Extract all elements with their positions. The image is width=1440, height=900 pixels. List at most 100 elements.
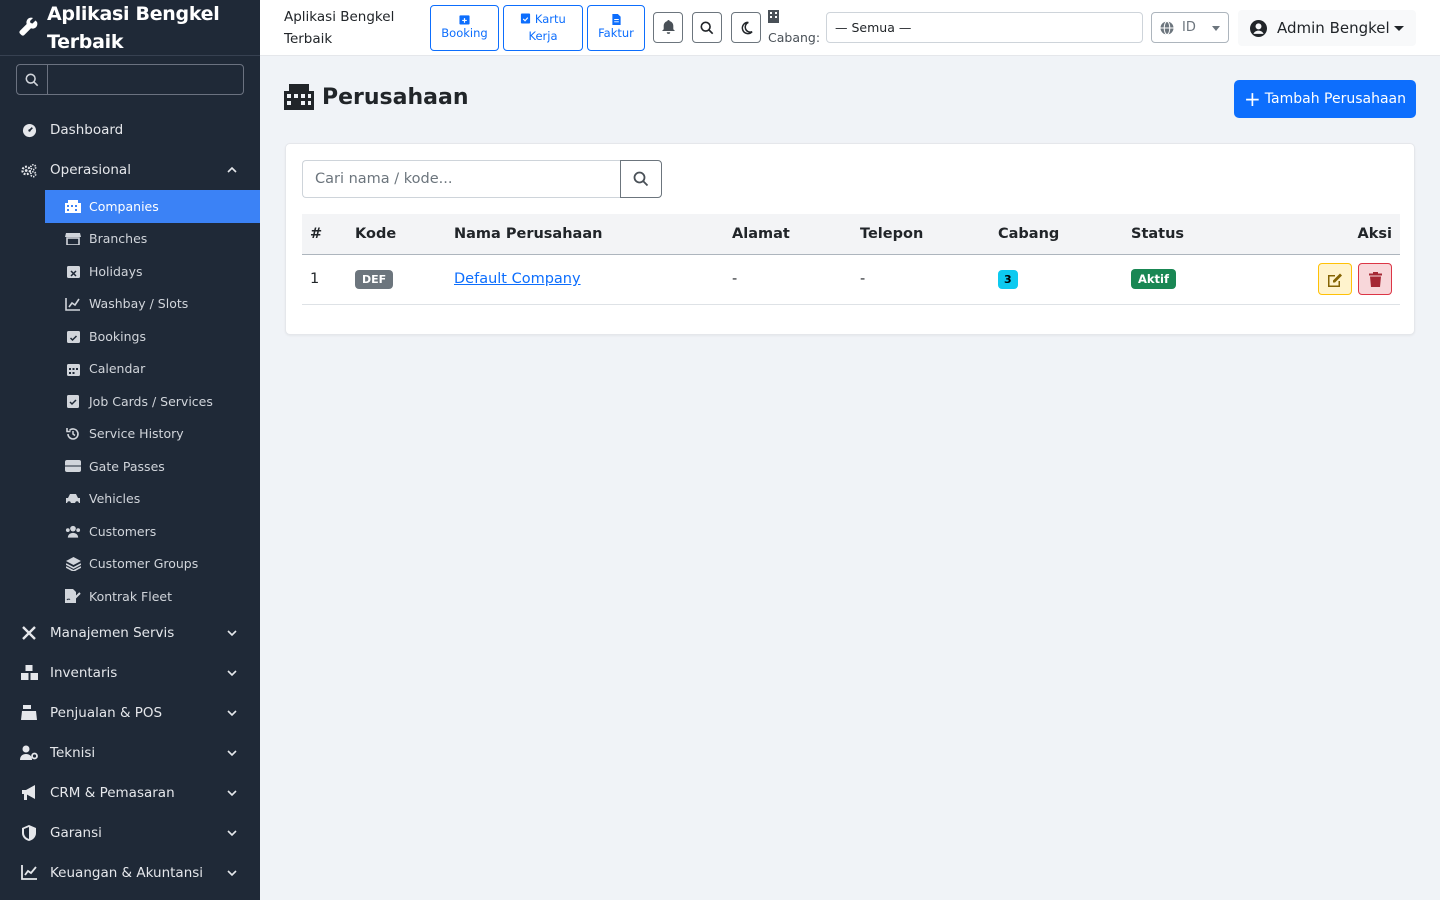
- sidebar-item-vehicles[interactable]: Vehicles: [45, 483, 260, 516]
- user-gear-icon: [20, 745, 38, 761]
- sidebar-item-label: Washbay / Slots: [89, 296, 189, 312]
- sidebar-item-companies[interactable]: Companies: [45, 190, 260, 223]
- page-title: Perusahaan: [284, 84, 469, 110]
- topbar: Aplikasi Bengkel Terbaik Booking Kartu K…: [260, 0, 1440, 56]
- ticket-icon: [65, 459, 81, 473]
- notifications-button[interactable]: [653, 12, 683, 43]
- invoice-icon: [611, 14, 621, 25]
- sidebar-item-calendar[interactable]: Calendar: [45, 353, 260, 386]
- sidebar-item-gate-passes[interactable]: Gate Passes: [45, 450, 260, 483]
- sidebar-item-label: Branches: [89, 231, 148, 247]
- kartu-kerja-label: Kartu Kerja: [528, 12, 566, 43]
- sidebar-item-crm[interactable]: CRM & Pemasaran: [0, 773, 260, 813]
- store-icon: [65, 232, 81, 246]
- edit-button[interactable]: [1318, 263, 1352, 295]
- col-cabang: Cabang: [990, 214, 1123, 255]
- sidebar-item-branches[interactable]: Branches: [45, 223, 260, 256]
- company-link[interactable]: Default Company: [454, 271, 581, 287]
- global-search-button[interactable]: [692, 12, 722, 43]
- user-menu-button[interactable]: Admin Bengkel: [1238, 10, 1416, 46]
- search-icon: [17, 65, 48, 94]
- sidebar-item-customer-groups[interactable]: Customer Groups: [45, 548, 260, 581]
- cell-alamat: -: [724, 254, 852, 305]
- sidebar-item-dashboard[interactable]: Dashboard: [0, 110, 260, 150]
- add-company-button[interactable]: + Tambah Perusahaan: [1234, 80, 1416, 118]
- sidebar-search[interactable]: [16, 64, 244, 95]
- sidebar-item-teknisi[interactable]: Teknisi: [0, 733, 260, 773]
- companies-table: # Kode Nama Perusahaan Alamat Telepon Ca…: [302, 214, 1400, 305]
- chevron-down-icon: [227, 709, 237, 716]
- globe-icon: [1160, 20, 1174, 35]
- col-status: Status: [1123, 214, 1253, 255]
- sidebar-item-penjualan-pos[interactable]: Penjualan & POS: [0, 693, 260, 733]
- col-kode: Kode: [347, 214, 446, 255]
- brand[interactable]: Aplikasi Bengkel Terbaik: [0, 0, 260, 56]
- brand-title: Aplikasi Bengkel Terbaik: [47, 3, 220, 53]
- edit-icon: [1328, 273, 1342, 287]
- moon-icon: [741, 21, 753, 34]
- chevron-down-icon: [227, 629, 237, 636]
- clipboard-check-icon: [521, 13, 531, 24]
- language-value: ID: [1182, 20, 1196, 35]
- sidebar-item-label: Inventaris: [50, 664, 118, 681]
- cell-kode: DEF: [347, 254, 446, 305]
- sidebar-item-bookings[interactable]: Bookings: [45, 320, 260, 353]
- cell-cabang: 3: [990, 254, 1123, 305]
- history-icon: [65, 427, 81, 441]
- bullhorn-icon: [20, 785, 38, 801]
- search-icon: [700, 20, 714, 34]
- delete-button[interactable]: [1358, 263, 1392, 295]
- calendar-x-icon: [65, 264, 81, 279]
- boxes-icon: [20, 665, 38, 681]
- table-header-row: # Kode Nama Perusahaan Alamat Telepon Ca…: [302, 214, 1400, 255]
- cash-register-icon: [20, 705, 38, 721]
- col-no: #: [302, 214, 347, 255]
- users-icon: [65, 524, 81, 538]
- sidebar-item-manajemen-servis[interactable]: Manajemen Servis: [0, 613, 260, 653]
- company-search-button[interactable]: [620, 160, 662, 198]
- sidebar-item-washbay[interactable]: Washbay / Slots: [45, 288, 260, 321]
- kartu-kerja-button[interactable]: Kartu Kerja: [503, 5, 583, 51]
- sidebar-item-label: Service History: [89, 426, 184, 442]
- car-icon: [65, 492, 81, 506]
- sidebar-item-garansi[interactable]: Garansi: [0, 813, 260, 853]
- sidebar-item-inventaris[interactable]: Inventaris: [0, 653, 260, 693]
- sidebar-item-label: Calendar: [89, 361, 146, 377]
- cabang-label-wrap: Cabang:: [768, 9, 820, 47]
- theme-toggle-button[interactable]: [731, 12, 761, 43]
- plus-icon: +: [1244, 87, 1261, 111]
- faktur-button[interactable]: Faktur: [587, 5, 645, 51]
- calendar-plus-icon: [459, 15, 470, 25]
- sidebar-item-label: CRM & Pemasaran: [50, 784, 175, 801]
- sidebar-item-kontrak-fleet[interactable]: Kontrak Fleet: [45, 580, 260, 613]
- sidebar-item-keuangan[interactable]: Keuangan & Akuntansi: [0, 853, 260, 893]
- app-title[interactable]: Aplikasi Bengkel Terbaik: [284, 6, 414, 50]
- user-circle-icon: [1250, 19, 1267, 37]
- sidebar-item-holidays[interactable]: Holidays: [45, 255, 260, 288]
- sidebar-item-operasional[interactable]: Operasional: [0, 150, 260, 190]
- chart-line-icon: [20, 865, 38, 881]
- chevron-down-icon: [227, 829, 237, 836]
- table-row: 1 DEF Default Company - - 3 Aktif: [302, 254, 1400, 305]
- user-name: Admin Bengkel: [1277, 19, 1390, 37]
- cell-no: 1: [302, 254, 347, 305]
- calendar-icon: [65, 362, 81, 376]
- booking-button[interactable]: Booking: [430, 5, 499, 51]
- company-search: [302, 160, 662, 198]
- sidebar-item-customers[interactable]: Customers: [45, 515, 260, 548]
- bell-icon: [661, 20, 675, 34]
- page-title-text: Perusahaan: [322, 84, 469, 110]
- company-search-input[interactable]: [302, 160, 620, 198]
- sidebar-item-job-cards[interactable]: Job Cards / Services: [45, 385, 260, 418]
- language-select[interactable]: ID: [1151, 12, 1229, 43]
- branch-count-badge: 3: [998, 269, 1018, 289]
- cabang-select[interactable]: — Semua —: [826, 12, 1143, 43]
- col-telepon: Telepon: [852, 214, 990, 255]
- cell-nama: Default Company: [446, 254, 724, 305]
- booking-label: Booking: [441, 26, 488, 40]
- chevron-down-icon: [227, 869, 237, 876]
- calendar-check-icon: [65, 329, 81, 344]
- sidebar-item-label: Garansi: [50, 824, 102, 841]
- sidebar-search-input[interactable]: [48, 65, 243, 94]
- sidebar-item-service-history[interactable]: Service History: [45, 418, 260, 451]
